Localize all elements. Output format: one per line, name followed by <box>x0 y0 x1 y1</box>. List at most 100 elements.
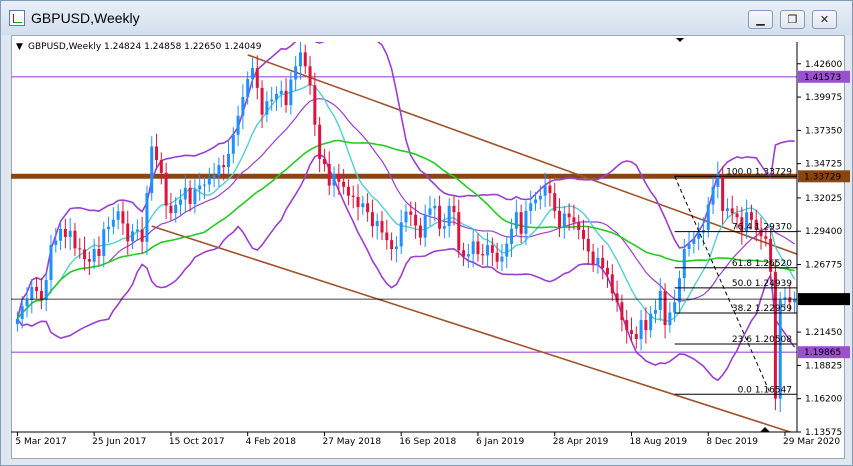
candle-body <box>466 254 470 257</box>
time-tick-label: 29 Mar 2020 <box>783 437 840 447</box>
candle-body <box>289 79 293 106</box>
candle-body <box>711 186 715 205</box>
candle-body <box>486 245 490 256</box>
candle-body <box>577 222 581 230</box>
candle-body <box>534 199 538 204</box>
candle-body <box>505 243 509 257</box>
candle-body <box>428 208 432 215</box>
candle-body <box>582 229 586 239</box>
candle-body <box>663 290 667 326</box>
candle-body <box>394 246 398 249</box>
candle-body <box>414 214 418 226</box>
candle-body <box>155 146 159 161</box>
price-tick-label: 1.26775 <box>805 261 842 271</box>
bollinger-upper-band <box>16 42 795 320</box>
candle-body <box>260 87 264 115</box>
candle-body <box>610 274 614 294</box>
candle-body <box>35 287 39 291</box>
candle-body <box>366 203 370 213</box>
candle-body <box>322 158 326 164</box>
candle-body <box>562 213 566 228</box>
candle-body <box>423 214 427 238</box>
candle-body <box>601 257 605 269</box>
candle-body <box>404 211 408 223</box>
candle-body <box>749 212 753 220</box>
candle-body <box>116 211 120 220</box>
candle-body <box>294 66 298 80</box>
candle-body <box>572 217 576 223</box>
gbpusd-weekly-chart[interactable]: 1.42600 1.39975 1.37350 1.34725 1.32025 1.294… <box>0 0 853 466</box>
candle-body <box>231 134 235 154</box>
candle-body <box>308 66 312 86</box>
price-level-tag-label: 1.33729 <box>804 172 841 182</box>
candle-body <box>721 174 725 211</box>
candle-body <box>303 52 307 67</box>
candle-body <box>342 181 346 187</box>
candle-body <box>596 257 600 265</box>
candle-body <box>644 320 648 331</box>
price-tick-label: 1.16200 <box>805 395 842 405</box>
candle-body <box>332 174 336 186</box>
candle-body <box>639 320 643 340</box>
candle-body <box>49 244 53 280</box>
autoscroll-marker <box>760 427 770 432</box>
candle-body <box>126 223 130 242</box>
candle-body <box>490 245 494 253</box>
channel-lower-line <box>151 225 793 432</box>
price-tick-label: 1.34725 <box>805 160 842 170</box>
fibonacci-level-label: 61.8 1.26520 <box>732 259 792 269</box>
candle-body <box>735 213 739 218</box>
candle-body <box>452 205 456 213</box>
candle-body <box>250 68 254 79</box>
candle-body <box>265 101 269 115</box>
candle-body <box>131 231 135 242</box>
candle-body <box>682 248 686 279</box>
candle-body <box>462 250 466 257</box>
candle-body <box>438 205 442 229</box>
candle-body <box>615 293 619 303</box>
price-level-tag-label: 1.41573 <box>804 73 841 83</box>
candle-body <box>725 208 729 211</box>
time-tick-label: 8 Dec 2019 <box>706 437 758 447</box>
candle-body <box>226 153 230 168</box>
candle-body <box>653 309 657 314</box>
candle-body <box>25 299 29 307</box>
time-tick-label: 5 Mar 2017 <box>15 437 66 447</box>
candle-body <box>198 185 202 190</box>
candle-body <box>399 222 403 247</box>
price-tick-label: 1.37350 <box>805 126 842 136</box>
symbol-dropdown-icon: ▼ <box>16 42 23 52</box>
candle-body <box>390 240 394 249</box>
candle-body <box>78 248 82 250</box>
price-tick-label: 1.21450 <box>805 328 842 338</box>
candle-body <box>510 228 514 244</box>
candle-body <box>121 211 125 224</box>
time-tick-label: 28 Apr 2019 <box>553 437 609 447</box>
price-tick-label: 1.39975 <box>805 93 842 103</box>
candle-body <box>649 313 653 331</box>
candle-body <box>270 99 274 102</box>
candle-body <box>529 203 533 211</box>
candle-body <box>634 333 638 340</box>
candle-body <box>327 163 331 186</box>
candle-body <box>658 290 662 310</box>
candle-body <box>174 204 178 214</box>
candle-body <box>97 248 101 256</box>
candle-body <box>83 249 87 260</box>
candle-body <box>788 297 792 303</box>
candle-body <box>793 299 797 303</box>
fibonacci-level-label: 76.4 1.29370 <box>732 223 792 233</box>
candle-body <box>298 52 302 67</box>
candle-body <box>442 226 446 229</box>
candle-body <box>20 306 24 320</box>
candle-body <box>274 93 278 100</box>
candle-body <box>313 85 317 125</box>
candle-body <box>217 165 221 176</box>
time-tick-label: 6 Jan 2019 <box>476 437 524 447</box>
candle-body <box>687 243 691 249</box>
candle-body <box>203 184 207 186</box>
candle-body <box>150 146 154 194</box>
candle-body <box>207 177 211 185</box>
candle-body <box>697 232 701 239</box>
candle-body <box>111 219 115 227</box>
